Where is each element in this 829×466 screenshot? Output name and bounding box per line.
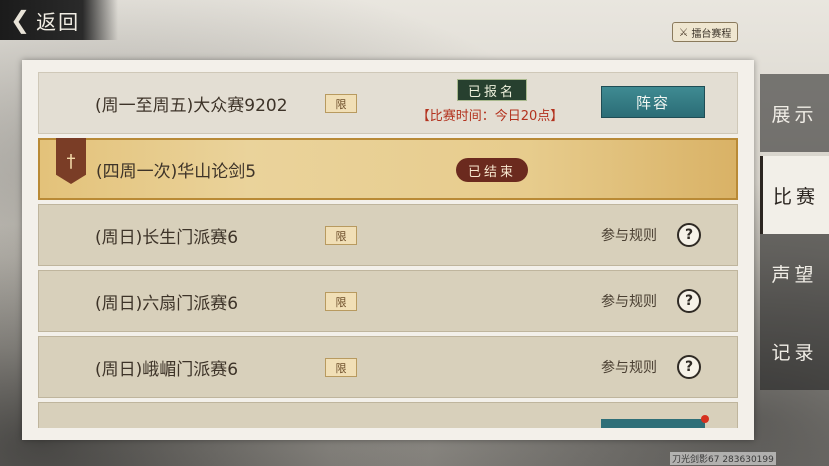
- sword-emblem-icon: †: [56, 138, 86, 184]
- notification-dot: [701, 415, 709, 423]
- tournament-title: (周日)长生门派赛6: [95, 227, 239, 248]
- limit-tag: 限: [325, 226, 357, 245]
- rules-label: 参与规则: [601, 228, 657, 244]
- back-label: 返回: [36, 9, 81, 34]
- help-icon[interactable]: ?: [677, 289, 701, 313]
- help-icon[interactable]: ?: [677, 223, 701, 247]
- arena-schedule-button[interactable]: ⚔ 擂台赛程: [672, 22, 738, 42]
- tournament-row[interactable]: [38, 402, 738, 428]
- match-time: 【比赛时间：今日20点】: [416, 109, 564, 124]
- side-tab-display[interactable]: 展示: [760, 74, 829, 152]
- tournament-row[interactable]: (周一至周五)大众赛9202 限 已报名 【比赛时间：今日20点】 阵容: [38, 72, 738, 134]
- tournament-row[interactable]: (周日)长生门派赛6 限 参与规则 ?: [38, 204, 738, 266]
- chevron-left-icon: ❮: [10, 6, 31, 34]
- tournament-title: (周日)六扇门派赛6: [95, 293, 239, 314]
- tournament-title: (周日)峨嵋门派赛6: [95, 359, 239, 380]
- rules-label: 参与规则: [601, 294, 657, 310]
- tournament-row[interactable]: (周日)六扇门派赛6 限 参与规则 ?: [38, 270, 738, 332]
- side-tab-competition[interactable]: 比赛: [760, 156, 829, 234]
- lineup-button[interactable]: 阵容: [601, 86, 705, 118]
- side-tab-record[interactable]: 记录: [760, 312, 829, 390]
- side-tab-reputation[interactable]: 声望: [760, 234, 829, 312]
- limit-tag: 限: [325, 292, 357, 311]
- arena-schedule-label: 擂台赛程: [691, 28, 732, 40]
- tournament-row[interactable]: (周日)峨嵋门派赛6 限 参与规则 ?: [38, 336, 738, 398]
- ended-badge: 已结束: [456, 158, 528, 182]
- help-icon[interactable]: ?: [677, 355, 701, 379]
- tournament-row[interactable]: † (四周一次)华山论剑5 已结束: [38, 138, 738, 200]
- action-button-partial[interactable]: [601, 419, 705, 428]
- tournament-title: (周一至周五)大众赛9202: [95, 95, 288, 116]
- limit-tag: 限: [325, 358, 357, 377]
- back-button[interactable]: ❮ 返回: [0, 0, 118, 40]
- side-nav: 展示 比赛 声望 记录: [760, 74, 829, 446]
- rules-label: 参与规则: [601, 360, 657, 376]
- limit-tag: 限: [325, 94, 357, 113]
- crossed-swords-icon: ⚔: [678, 25, 689, 39]
- watermark: 刀光剑影67 283630199: [670, 452, 776, 465]
- tournament-title: (四周一次)华山论剑5: [96, 161, 257, 182]
- tournament-list[interactable]: (周一至周五)大众赛9202 限 已报名 【比赛时间：今日20点】 阵容 † (…: [38, 72, 738, 428]
- registered-badge: 已报名: [457, 79, 527, 101]
- tournament-panel: (周一至周五)大众赛9202 限 已报名 【比赛时间：今日20点】 阵容 † (…: [22, 60, 754, 440]
